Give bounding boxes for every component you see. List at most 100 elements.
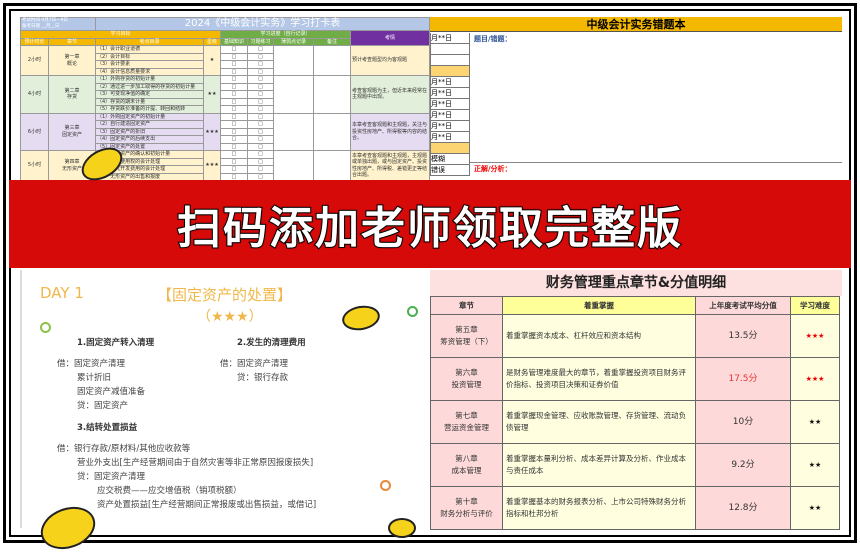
checkbox[interactable]: □ [247,75,274,84]
weak-point-cell[interactable] [273,75,314,114]
checkbox[interactable]: □ [247,105,274,114]
circle-decoration [407,306,418,317]
weak-point-cell[interactable] [273,112,314,151]
group-progress: 学习进度（自行记录） [220,30,351,39]
checkbox[interactable]: □ [220,165,248,174]
table-row: 第七章 营运资金管理 着重掌握现金管理、应收账款管理、存货管理、流动负债管理 10分 ★… [430,400,840,444]
checkin-title: 2024《中级会计实务》学习打卡表 [95,17,430,31]
weak-point-cell[interactable] [273,150,314,180]
remark-cell[interactable] [313,150,351,180]
checkbox[interactable]: □ [220,127,248,136]
checkbox[interactable]: □ [247,120,274,129]
chapter-name: 筹资管理（下） [440,337,493,346]
checkbox[interactable]: □ [220,112,248,121]
checkbox[interactable]: □ [220,75,248,84]
date-cell: 月**日 [430,121,470,132]
point-cell: （3）固定资产的折旧 [95,127,204,136]
remark-cell[interactable] [313,45,351,76]
column-header: 基础知识 [220,37,248,46]
checkbox[interactable]: □ [247,150,274,159]
journal-line: 应交税费——应交增值税（销项税额） [97,486,242,496]
checkbox[interactable]: □ [247,82,274,91]
chapter-cell: 第五章 筹资管理（下） [430,314,503,358]
blank-cell [430,44,470,55]
checkbox[interactable]: □ [247,60,274,69]
difficulty-cell: ★★ [790,486,840,530]
promo-banner[interactable]: 扫码添加老师领取完整版 [9,180,851,268]
finance-panel: 财务管理重点章节&分值明细 章节 着重掌握 上年度考试平均分值 学习难度 第五章 筹资管… [430,270,842,530]
journal-line: 借：固定资产清理 [220,359,289,369]
prep-date: 备考日期 __月__日 [22,24,60,29]
checkbox[interactable]: □ [220,142,248,151]
checkbox[interactable]: □ [247,135,274,144]
journal-line: 贷：固定资产清理 [77,472,146,482]
difficulty-cell: ★★ [790,443,840,487]
date-cell: 月**日 [430,33,470,44]
table-row: 第六章 投资管理 是财务管理难度最大的章节，着重掌握投资项目财务评价指标、投资项目决… [430,357,840,401]
checkbox[interactable]: □ [220,135,248,144]
checkbox[interactable]: □ [220,150,248,159]
point-cell: （5）存货跌价准备的计提、转回和结转 [95,105,204,114]
chapter-number: 第十章 [455,497,478,506]
checkbox[interactable]: □ [220,172,248,180]
day-label: DAY 1 [40,284,84,302]
checkbox[interactable]: □ [247,45,274,54]
checkbox[interactable]: □ [220,157,248,166]
point-cell: （2）通过进一步加工取得的存货的初始计量 [95,82,204,91]
chapter-name: 成本管理 [451,466,482,475]
checkbox[interactable]: □ [220,52,248,61]
checkbox[interactable]: □ [220,82,248,91]
finance-table: 章节 着重掌握 上年度考试平均分值 学习难度 第五章 筹资管理（下） 着重掌握资本成本、杠… [430,296,840,530]
checkbox[interactable]: □ [220,120,248,129]
hours-cell: 5小时 [20,150,49,180]
chapter-cell: 第一章 概论 [48,45,96,76]
weak-point-cell[interactable] [273,45,314,76]
checkbox[interactable]: □ [220,105,248,114]
hours-cell: 6小时 [20,112,49,151]
point-cell: （4）会计信息质量要求 [95,67,204,76]
checkbox[interactable]: □ [247,157,274,166]
notes-panel: DAY 1 【固定资产的处置】 （★★★） 1.固定资产转入清理 2.发生的清理… [20,270,430,556]
chapter-name: 投资管理 [451,380,482,389]
point-cell: （3）会计要素 [95,60,204,69]
stars-cell: ★★★ [203,150,221,180]
checkbox[interactable]: □ [247,127,274,136]
score-cell: 17.5分 [695,357,791,401]
checkbox[interactable]: □ [220,67,248,76]
table-row: 2小时 第一章 概论 （1）会计职业道德 ★ □ □ 预计考查题型均为客观题 [20,45,430,76]
checkbox[interactable]: □ [247,67,274,76]
notes-stars: （★★★） [197,309,263,325]
point-cell: （4）固定资产的后续支出 [95,135,204,144]
chapter-cell: 第二章 存货 [48,75,96,114]
blank-cell [430,66,470,77]
remark-cell[interactable] [313,112,351,151]
checkbox[interactable]: □ [247,52,274,61]
focus-cell: 着重掌握现金管理、应收账款管理、存货管理、流动负债管理 [502,400,696,444]
checkbox[interactable]: □ [247,142,274,151]
focus-cell: 着重掌握资本成本、杠杆效应和资本结构 [502,314,696,358]
date-cell: 月**日 [430,110,470,121]
checkbox[interactable]: □ [247,90,274,99]
checkbox[interactable]: □ [247,97,274,106]
checkbox[interactable]: □ [220,60,248,69]
header-focus: 着重掌握 [502,296,696,315]
error-book-panel: 中级会计实务错题本 月**日 月**日 月**日 月**日 月**日 月**日 月**日 模糊… [430,17,842,180]
checkbox[interactable]: □ [247,165,274,174]
checkin-table-panel: 考试时间 9月7日—9日 备考日期 __月__日 2024《中级会计实务》学习打卡表… [20,17,430,180]
checkbox[interactable]: □ [247,172,274,180]
checkbox[interactable]: □ [220,97,248,106]
chapter-cell: 第三章 固定资产 [48,112,96,151]
tag-cell[interactable]: 模糊 [430,154,470,165]
column-header: 章节 [48,37,96,46]
checkbox[interactable]: □ [220,90,248,99]
blank-cell [430,55,470,66]
tag-cell[interactable]: 错误 [430,165,470,176]
chapter-cell: 第十章 财务分析与评价 [430,486,503,530]
remark-cell[interactable] [313,75,351,114]
table-row: 第八章 成本管理 着重掌握本量利分析、成本差异计算及分析、作业成本与责任成本 9.2分… [430,443,840,487]
header-difficulty: 学习难度 [790,296,840,315]
lemon-icon [34,499,102,556]
checkbox[interactable]: □ [247,112,274,121]
checkbox[interactable]: □ [220,45,248,54]
score-cell: 10分 [695,400,791,444]
